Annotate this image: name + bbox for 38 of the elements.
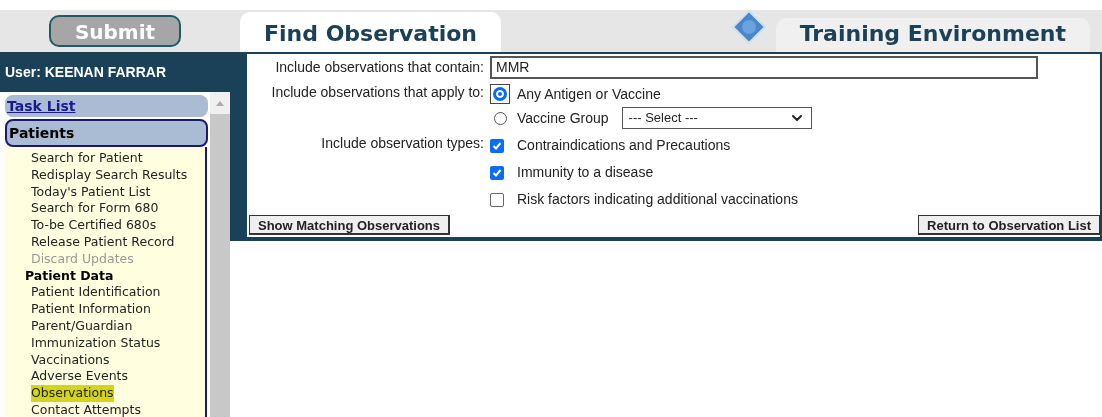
radio-label: Vaccine Group (517, 108, 609, 128)
nav-link[interactable]: Adverse Events (31, 368, 128, 386)
help-icon[interactable] (731, 10, 766, 44)
checkbox-label: Immunity to a disease (517, 163, 654, 182)
nav-link[interactable]: Parent/Guardian (31, 317, 133, 335)
nav-link[interactable]: Patient Information (31, 301, 151, 318)
patients-section[interactable]: Patients (5, 119, 208, 147)
contain-field[interactable]: MMR (490, 55, 1038, 79)
nav-link[interactable]: Contact Attempts (31, 401, 141, 417)
checkbox-label: Risk factors indicating additional vaccinations (517, 190, 798, 209)
nav-heading: Patient Data (24, 267, 114, 285)
nav-link[interactable]: Search for Patient (31, 150, 143, 167)
vaccine-group-select[interactable]: --- Select --- (621, 107, 812, 129)
scrollbar[interactable] (210, 92, 230, 417)
checkbox[interactable] (490, 192, 504, 207)
show-matching-button[interactable]: Show Matching Observations (249, 215, 451, 235)
field-label: Include observation types: (320, 134, 485, 153)
field-label: Include observations that contain: (274, 57, 485, 77)
nav-link[interactable]: Immunization Status (31, 334, 161, 352)
tab[interactable]: Training Environment (775, 18, 1090, 52)
nav-link[interactable]: Vaccinations (31, 351, 110, 369)
checkbox-label: Contraindications and Precautions (517, 136, 731, 155)
nav-link[interactable]: Search for Form 680 (31, 200, 159, 218)
field-label: Include observations that apply to: (270, 83, 485, 102)
checkbox[interactable] (490, 138, 504, 153)
nav-link[interactable]: To-be Certified 680s (31, 217, 157, 234)
radio-label: Any Antigen or Vaccine (517, 84, 661, 104)
nav-link[interactable]: Observations (31, 385, 114, 402)
task-list-link[interactable]: Task List (5, 95, 208, 117)
user-header: User: KEENAN FARRAR (0, 52, 230, 92)
tab[interactable]: Find Observation (240, 12, 501, 52)
radio-button[interactable] (490, 84, 510, 104)
nav-link[interactable]: Redisplay Search Results (31, 166, 188, 184)
nav-link[interactable]: Patient Identification (31, 284, 161, 302)
nav-link[interactable]: Today's Patient List (31, 183, 151, 201)
return-button[interactable]: Return to Observation List (918, 215, 1100, 235)
nav-link[interactable]: Release Patient Record (31, 234, 175, 251)
checkbox[interactable] (490, 165, 504, 180)
